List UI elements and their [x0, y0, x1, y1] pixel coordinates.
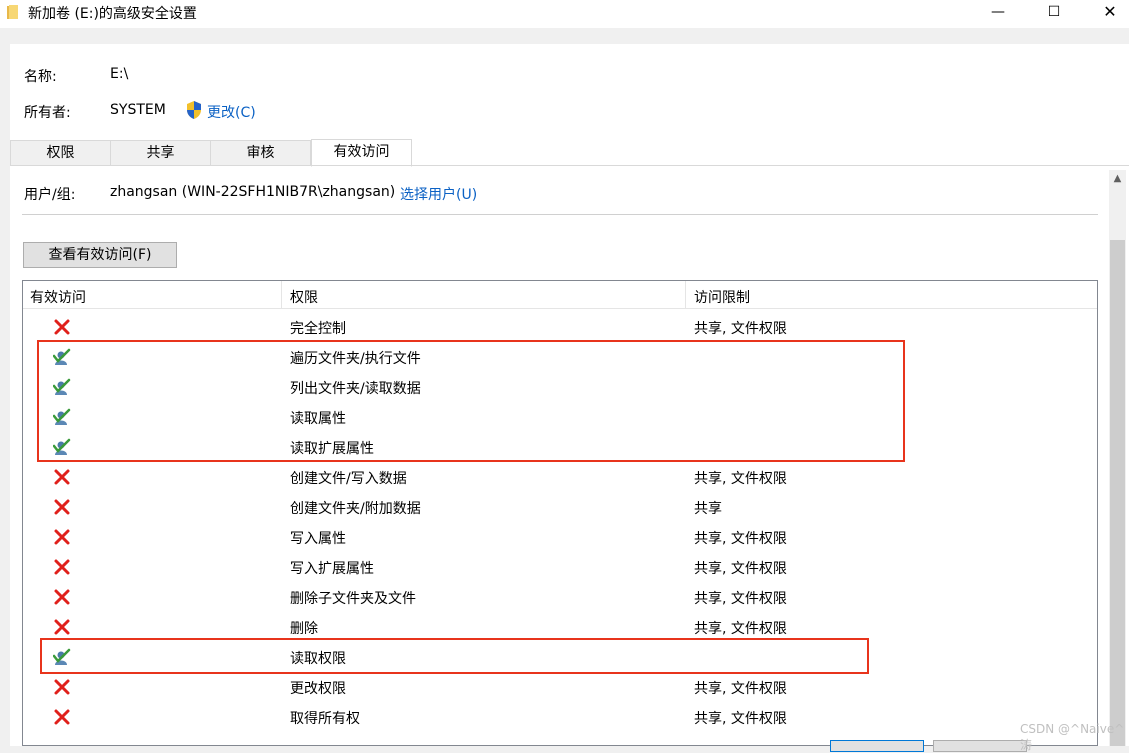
table-row[interactable]: 完全控制 共享, 文件权限: [23, 312, 1097, 342]
access-limit: 共享: [694, 501, 722, 517]
select-user-link[interactable]: 选择用户(U): [400, 184, 477, 204]
permission-name: 更改权限: [290, 681, 346, 697]
check-user-icon: [53, 348, 71, 365]
access-limit: 共享, 文件权限: [694, 321, 787, 337]
header-divider: [281, 281, 282, 309]
table-row[interactable]: 读取属性: [23, 402, 1097, 432]
title-bar: 新加卷 (E:)的高级安全设置 — ☐ ✕: [0, 0, 1129, 28]
check-user-icon: [53, 438, 71, 455]
folder-icon: [7, 5, 18, 19]
change-owner-link[interactable]: 更改(C): [207, 102, 256, 122]
owner-label: 所有者:: [24, 105, 71, 121]
vertical-scrollbar[interactable]: ▲: [1109, 170, 1126, 746]
close-button[interactable]: ✕: [1082, 0, 1129, 28]
access-limit: 共享, 文件权限: [694, 561, 787, 577]
table-row[interactable]: 创建文件/写入数据 共享, 文件权限: [23, 462, 1097, 492]
access-limit: 共享, 文件权限: [694, 681, 787, 697]
effective-access-list[interactable]: 有效访问 权限 访问限制 完全控制 共享, 文件权限 遍历文件夹/执行文件 列出文件夹…: [22, 280, 1098, 746]
permission-name: 完全控制: [290, 321, 346, 337]
owner-value: SYSTEM: [110, 102, 166, 118]
permission-name: 删除: [290, 621, 318, 637]
permission-name: 写入扩展属性: [290, 561, 374, 577]
red-x-icon: [54, 469, 70, 485]
permission-name: 列出文件夹/读取数据: [290, 381, 421, 397]
list-header: 有效访问 权限 访问限制: [23, 281, 1097, 309]
tab-audit[interactable]: 审核: [210, 140, 311, 166]
user-group-value: zhangsan (WIN-22SFH1NIB7R\zhangsan): [110, 184, 396, 200]
header-divider: [685, 281, 686, 309]
check-user-icon: [53, 648, 71, 665]
access-limit: 共享, 文件权限: [694, 711, 787, 727]
user-group-label: 用户/组:: [24, 187, 76, 203]
table-row[interactable]: 取得所有权 共享, 文件权限: [23, 702, 1097, 732]
table-row[interactable]: 写入扩展属性 共享, 文件权限: [23, 552, 1097, 582]
separator: [22, 214, 1098, 215]
tab-divider: [10, 165, 1129, 166]
watermark: CSDN @^Naive^涛: [1020, 722, 1125, 752]
cancel-button[interactable]: [933, 740, 1027, 752]
permission-name: 读取扩展属性: [290, 441, 374, 457]
permission-name: 删除子文件夹及文件: [290, 591, 416, 607]
table-row[interactable]: 读取权限: [23, 642, 1097, 672]
access-limit: 共享, 文件权限: [694, 471, 787, 487]
permission-name: 创建文件/写入数据: [290, 471, 407, 487]
red-x-icon: [54, 499, 70, 515]
table-row[interactable]: 创建文件夹/附加数据 共享: [23, 492, 1097, 522]
view-effective-access-button[interactable]: 查看有效访问(F): [23, 242, 177, 268]
red-x-icon: [54, 559, 70, 575]
header-access-limit[interactable]: 访问限制: [694, 287, 750, 307]
table-row[interactable]: 删除子文件夹及文件 共享, 文件权限: [23, 582, 1097, 612]
access-limit: 共享, 文件权限: [694, 621, 787, 637]
table-row[interactable]: 列出文件夹/读取数据: [23, 372, 1097, 402]
red-x-icon: [54, 529, 70, 545]
maximize-button[interactable]: ☐: [1026, 0, 1082, 28]
table-row[interactable]: 写入属性 共享, 文件权限: [23, 522, 1097, 552]
table-row[interactable]: 读取扩展属性: [23, 432, 1097, 462]
scrollbar-thumb[interactable]: [1110, 240, 1125, 746]
red-x-icon: [54, 589, 70, 605]
window-title: 新加卷 (E:)的高级安全设置: [28, 6, 197, 22]
permission-name: 创建文件夹/附加数据: [290, 501, 421, 517]
permission-name: 读取权限: [290, 651, 346, 667]
red-x-icon: [54, 709, 70, 725]
check-user-icon: [53, 408, 71, 425]
name-value: E:\: [110, 66, 129, 82]
access-limit: 共享, 文件权限: [694, 591, 787, 607]
table-row[interactable]: 遍历文件夹/执行文件: [23, 342, 1097, 372]
red-x-icon: [54, 679, 70, 695]
tab-effective-access[interactable]: 有效访问: [311, 139, 412, 167]
table-row[interactable]: 更改权限 共享, 文件权限: [23, 672, 1097, 702]
name-label: 名称:: [24, 69, 57, 85]
tab-permissions[interactable]: 权限: [10, 140, 111, 166]
scroll-up-arrow-icon[interactable]: ▲: [1109, 170, 1126, 187]
header-permission[interactable]: 权限: [290, 287, 318, 307]
check-user-icon: [53, 378, 71, 395]
tab-share[interactable]: 共享: [110, 140, 211, 166]
minimize-button[interactable]: —: [970, 0, 1026, 28]
permission-name: 取得所有权: [290, 711, 360, 727]
access-limit: 共享, 文件权限: [694, 531, 787, 547]
permission-name: 读取属性: [290, 411, 346, 427]
table-row[interactable]: 删除 共享, 文件权限: [23, 612, 1097, 642]
ok-button[interactable]: [830, 740, 924, 752]
permission-name: 写入属性: [290, 531, 346, 547]
permission-name: 遍历文件夹/执行文件: [290, 351, 421, 367]
uac-shield-icon: [187, 101, 201, 119]
header-effective-access[interactable]: 有效访问: [30, 287, 86, 307]
red-x-icon: [54, 619, 70, 635]
red-x-icon: [54, 319, 70, 335]
